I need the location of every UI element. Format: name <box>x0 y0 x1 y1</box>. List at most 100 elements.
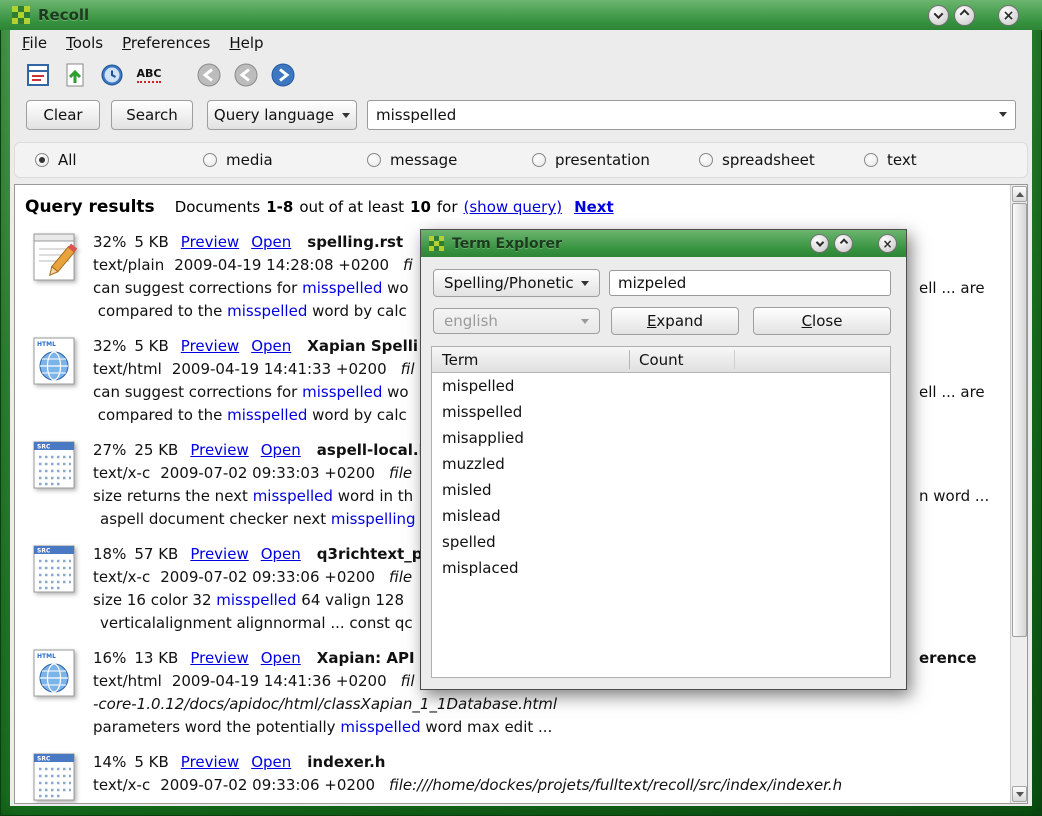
scroll-up-button[interactable] <box>1012 186 1027 202</box>
doc-mime: text/plain <box>93 256 164 274</box>
open-link[interactable]: Open <box>261 649 301 667</box>
html-file-icon[interactable]: HTML <box>33 649 77 703</box>
doc-mime: text/x-c <box>93 568 150 586</box>
term-row[interactable]: mislead <box>432 503 890 529</box>
history-icon[interactable] <box>98 61 126 89</box>
preview-link[interactable]: Preview <box>181 753 239 771</box>
scrollbar-thumb[interactable] <box>1012 203 1027 637</box>
chevron-up-icon <box>960 9 970 19</box>
open-link[interactable]: Open <box>251 337 291 355</box>
preview-link[interactable]: Preview <box>190 545 248 563</box>
column-divider[interactable] <box>734 350 735 369</box>
clear-search-icon[interactable] <box>24 61 52 89</box>
doc-title: indexer.h <box>307 753 385 771</box>
results-scrollbar[interactable] <box>1010 185 1027 803</box>
filter-text[interactable]: text <box>864 151 917 169</box>
terms-table: Term Count mispelled misspelled misappli… <box>431 346 891 678</box>
filter-presentation[interactable]: presentation <box>532 151 650 169</box>
filter-spreadsheet[interactable]: spreadsheet <box>699 151 815 169</box>
filter-all[interactable]: All <box>35 151 77 169</box>
preview-link[interactable]: Preview <box>181 233 239 251</box>
shade-button[interactable] <box>928 5 949 26</box>
menu-help[interactable]: Help <box>229 34 263 52</box>
term-row[interactable]: misplaced <box>432 555 890 581</box>
doc-mime: text/html <box>93 360 162 378</box>
preview-link[interactable]: Preview <box>190 649 248 667</box>
relevance-percent: 16% <box>93 649 126 667</box>
filter-media[interactable]: media <box>203 151 273 169</box>
term-explorer-titlebar[interactable]: Term Explorer × <box>421 230 906 257</box>
search-button[interactable]: Search <box>111 100 193 130</box>
menu-file[interactable]: File <box>22 34 47 52</box>
count-column-header[interactable]: Count <box>639 347 684 373</box>
term-row[interactable]: misled <box>432 477 890 503</box>
snippet-fragment: n word ... <box>919 485 989 508</box>
doc-title: spelling.rst <box>307 233 403 251</box>
term-row[interactable]: misspelled <box>432 399 890 425</box>
menu-preferences[interactable]: Preferences <box>122 34 210 52</box>
radio-icon <box>203 153 217 167</box>
html-file-icon[interactable]: HTML <box>33 337 77 391</box>
clear-button[interactable]: Clear <box>26 100 100 130</box>
chevron-down-icon <box>342 113 350 118</box>
open-link[interactable]: Open <box>251 753 291 771</box>
source-file-icon[interactable]: SRC <box>33 545 77 599</box>
term-row[interactable]: mispelled <box>432 373 890 399</box>
doc-url: file:///home/dockes/projets/fulltext/rec… <box>389 776 842 794</box>
open-link[interactable]: Open <box>261 545 301 563</box>
doc-url: file <box>389 568 412 586</box>
source-file-icon[interactable]: SRC <box>33 441 77 495</box>
close-button[interactable]: Close <box>753 307 891 335</box>
scroll-down-button[interactable] <box>1012 786 1027 802</box>
shade-button[interactable] <box>810 234 829 253</box>
search-row: Clear Search Query language <box>10 94 1032 136</box>
term-column-header[interactable]: Term <box>442 347 478 373</box>
window-titlebar[interactable]: Recoll × <box>0 0 1042 30</box>
toolbar: ABC <box>10 56 1032 94</box>
snippet-fragment: ell ... are <box>919 381 985 404</box>
preview-link[interactable]: Preview <box>181 337 239 355</box>
doc-path-line: -core-1.0.12/docs/apidoc/html/classXapia… <box>93 693 1005 716</box>
unshade-button[interactable] <box>834 234 853 253</box>
query-dropdown-arrow[interactable] <box>999 112 1007 117</box>
show-query-link[interactable]: (show query) <box>464 198 563 216</box>
text-file-icon[interactable] <box>33 233 77 287</box>
expand-button[interactable]: Expand <box>611 307 739 335</box>
term-explorer-window: Term Explorer × Spelling/Phonetic englis… <box>420 229 907 690</box>
filter-message[interactable]: message <box>367 151 457 169</box>
menu-tools[interactable]: Tools <box>66 34 103 52</box>
close-dialog-button[interactable]: × <box>878 234 897 253</box>
previous-page-icon[interactable] <box>232 61 260 89</box>
recoll-logo-icon <box>429 236 444 251</box>
term-row[interactable]: spelled <box>432 529 890 555</box>
query-input[interactable] <box>367 100 1016 130</box>
next-page-icon[interactable] <box>269 61 297 89</box>
radio-icon <box>699 153 713 167</box>
source-file-icon[interactable]: SRC <box>33 753 77 804</box>
term-row[interactable]: muzzled <box>432 451 890 477</box>
match-type-select[interactable]: Spelling/Phonetic <box>433 269 600 297</box>
preview-link[interactable]: Preview <box>190 441 248 459</box>
close-window-button[interactable]: × <box>998 5 1019 26</box>
next-page-link[interactable]: Next <box>574 198 614 216</box>
terms-table-header: Term Count <box>432 347 890 373</box>
doc-size: 5 KB <box>134 233 168 251</box>
first-page-icon[interactable] <box>195 61 223 89</box>
language-select: english <box>433 308 600 334</box>
chevron-down-icon <box>581 281 589 286</box>
term-explorer-icon[interactable]: ABC <box>135 61 163 89</box>
column-divider[interactable] <box>629 350 630 369</box>
save-search-icon[interactable] <box>61 61 89 89</box>
doc-url: fil <box>401 672 415 690</box>
doc-size: 13 KB <box>134 649 178 667</box>
open-link[interactable]: Open <box>251 233 291 251</box>
open-link[interactable]: Open <box>261 441 301 459</box>
query-language-select[interactable]: Query language <box>207 100 357 130</box>
relevance-percent: 18% <box>93 545 126 563</box>
term-row[interactable]: misapplied <box>432 425 890 451</box>
recoll-logo-icon <box>12 6 30 24</box>
doc-mime: text/x-c <box>93 776 150 794</box>
term-input[interactable] <box>609 270 891 296</box>
chevron-down-icon <box>581 319 589 324</box>
unshade-button[interactable] <box>954 5 975 26</box>
